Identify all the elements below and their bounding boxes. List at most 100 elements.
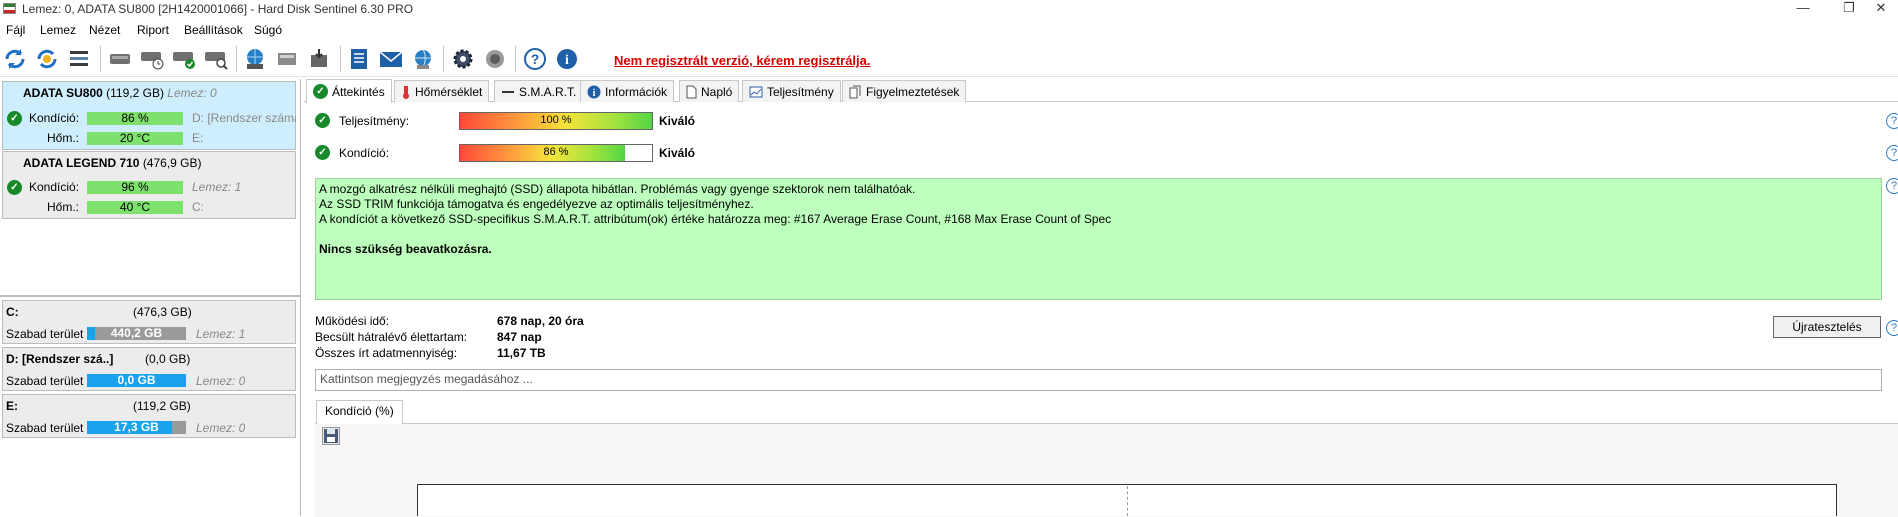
performance-rating: Kiváló bbox=[659, 114, 696, 128]
help-question-icon[interactable]: ? bbox=[1886, 113, 1898, 129]
disk-index: Lemez: 0 bbox=[167, 86, 217, 100]
report-icon[interactable] bbox=[346, 46, 372, 72]
window-title: Lemez: 0, ADATA SU800 [2H1420001066] - H… bbox=[22, 2, 414, 16]
tab-label: Figyelmeztetések bbox=[866, 84, 960, 99]
help-question-icon[interactable]: ? bbox=[1886, 178, 1898, 194]
partition-info: D: [Rendszer számára fenntartott] bbox=[192, 111, 296, 125]
disk-size: (119,2 GB) bbox=[106, 86, 164, 100]
list-icon[interactable] bbox=[66, 46, 92, 72]
disk-index: Lemez: 0 bbox=[196, 374, 246, 388]
disk-icon[interactable] bbox=[107, 46, 133, 72]
menu-nezet[interactable]: Nézet bbox=[89, 23, 120, 37]
uptime-value: 678 nap, 20 óra bbox=[497, 314, 584, 328]
ok-check-icon: ✓ bbox=[313, 84, 328, 99]
status-description-box: A mozgó alkatrész nélküli meghajtó (SSD)… bbox=[315, 178, 1882, 300]
menu-fajl[interactable]: Fájl bbox=[6, 23, 25, 37]
help-question-icon[interactable]: ? bbox=[1886, 145, 1898, 161]
menu-bar: Fájl Lemez Nézet Riport Beállítások Súgó bbox=[0, 20, 1898, 40]
partition-info: E: bbox=[192, 131, 204, 145]
status-recommendation: Nincs szükség beavatkozásra. bbox=[319, 242, 492, 256]
performance-bar: 100 % bbox=[459, 112, 653, 130]
toolbar: ? i Nem regisztrált verzió, kérem regisz… bbox=[0, 40, 1898, 77]
volume-name: D: [Rendszer szá..] bbox=[6, 352, 114, 366]
menu-riport[interactable]: Riport bbox=[137, 23, 169, 37]
register-link[interactable]: Nem regisztrált verzió, kérem regisztrál… bbox=[614, 53, 871, 68]
web-report-icon[interactable] bbox=[410, 46, 436, 72]
disk-card[interactable]: ADATA SU800 (119,2 GB) Lemez: 0 ✓ Kondíc… bbox=[2, 81, 296, 150]
volume-size: (476,3 GB) bbox=[133, 305, 192, 319]
tab-condition-chart[interactable]: Kondíció (%) bbox=[316, 400, 403, 424]
total-written-value: 11,67 TB bbox=[497, 346, 546, 360]
email-icon[interactable] bbox=[378, 46, 404, 72]
condition-label: Kondíció: bbox=[29, 180, 80, 194]
volume-card[interactable]: D: [Rendszer szá..] (0,0 GB) Szabad terü… bbox=[2, 347, 296, 391]
toolbar-separator bbox=[236, 46, 237, 72]
condition-bar: 86 % bbox=[459, 144, 653, 162]
disk-name: ADATA SU800 bbox=[23, 86, 103, 100]
volume-size: (0,0 GB) bbox=[145, 352, 191, 366]
tab-alerts[interactable]: Figyelmeztetések bbox=[842, 80, 967, 102]
toolbar-separator bbox=[340, 46, 341, 72]
tab-performance[interactable]: Teljesítmény bbox=[742, 80, 841, 102]
tab-smart[interactable]: S.M.A.R.T. bbox=[494, 80, 584, 102]
disk-check-icon[interactable] bbox=[171, 46, 197, 72]
status-line: Az SSD TRIM funkciója támogatva és enged… bbox=[319, 197, 754, 211]
menu-beallitasok[interactable]: Beállítások bbox=[184, 23, 243, 37]
remaining-life-label: Becsült hátralévő élettartam: bbox=[315, 330, 468, 344]
free-space-label: Szabad terület bbox=[6, 374, 84, 388]
svg-text:?: ? bbox=[531, 51, 540, 67]
volume-card[interactable]: C: (476,3 GB) Szabad terület 440,2 GB Le… bbox=[2, 300, 296, 344]
save-icon[interactable] bbox=[322, 427, 340, 445]
free-space-bar: 440,2 GB bbox=[87, 327, 186, 340]
volume-card[interactable]: E: (119,2 GB) Szabad terület 17,3 GB Lem… bbox=[2, 394, 296, 438]
condition-label: Kondíció: bbox=[29, 111, 80, 125]
menu-sugo[interactable]: Súgó bbox=[254, 23, 282, 37]
close-button[interactable]: ✕ bbox=[1858, 0, 1898, 18]
info-icon[interactable]: i bbox=[554, 46, 580, 72]
toolbar-separator bbox=[515, 46, 516, 72]
export-icon[interactable] bbox=[306, 46, 332, 72]
help-question-icon[interactable]: ? bbox=[1886, 320, 1898, 336]
app-icon bbox=[3, 3, 16, 14]
tab-overview[interactable]: ✓ Áttekintés bbox=[306, 79, 392, 103]
server-icon[interactable] bbox=[274, 46, 300, 72]
help-icon[interactable]: ? bbox=[522, 46, 548, 72]
toolbar-separator bbox=[100, 46, 101, 72]
network-disk-icon[interactable] bbox=[242, 46, 268, 72]
disk-size: (476,9 GB) bbox=[142, 156, 202, 170]
dash-icon bbox=[502, 90, 514, 93]
disk-index: Lemez: 1 bbox=[192, 180, 242, 194]
free-space-bar: 0,0 GB bbox=[87, 374, 186, 387]
uptime-label: Működési idő: bbox=[315, 314, 390, 328]
svg-text:i: i bbox=[593, 88, 596, 99]
retest-button[interactable]: Újratesztelés bbox=[1773, 316, 1881, 338]
disk-search-icon[interactable] bbox=[203, 46, 229, 72]
note-field[interactable]: Kattintson megjegyzés megadásához ... bbox=[315, 369, 1882, 391]
ok-check-icon: ✓ bbox=[315, 145, 330, 160]
svg-text:i: i bbox=[565, 53, 569, 68]
tab-information[interactable]: i Információk bbox=[580, 80, 675, 102]
refresh-icon[interactable] bbox=[2, 46, 28, 72]
minimize-button[interactable]: — bbox=[1780, 0, 1826, 18]
tab-log[interactable]: Napló bbox=[679, 80, 740, 102]
disk-card[interactable]: ADATA LEGEND 710 (476,9 GB) ✓ Kondíció: … bbox=[2, 151, 296, 219]
tab-label: Áttekintés bbox=[332, 84, 385, 99]
free-space-label: Szabad terület bbox=[6, 327, 84, 341]
disk-clock-icon[interactable] bbox=[139, 46, 165, 72]
condition-bar: 96 % bbox=[87, 181, 183, 194]
volume-name: E: bbox=[6, 399, 18, 413]
ok-check-icon: ✓ bbox=[7, 180, 22, 195]
disk-name-line: ADATA LEGEND 710 (476,9 GB) bbox=[23, 156, 202, 170]
ok-check-icon: ✓ bbox=[7, 111, 22, 126]
refresh-all-icon[interactable] bbox=[34, 46, 60, 72]
settings-gear-icon[interactable] bbox=[450, 46, 476, 72]
title-bar: Lemez: 0, ADATA SU800 [2H1420001066] - H… bbox=[0, 0, 1898, 18]
tab-temperature[interactable]: Hőmérséklet bbox=[394, 80, 490, 102]
temperature-label: Hőm.: bbox=[47, 200, 80, 214]
menu-lemez[interactable]: Lemez bbox=[40, 23, 76, 37]
sound-icon[interactable] bbox=[482, 46, 508, 72]
condition-label: Kondíció: bbox=[339, 146, 390, 160]
used-space-fill bbox=[87, 327, 95, 340]
free-space-value: 17,3 GB bbox=[114, 420, 159, 434]
